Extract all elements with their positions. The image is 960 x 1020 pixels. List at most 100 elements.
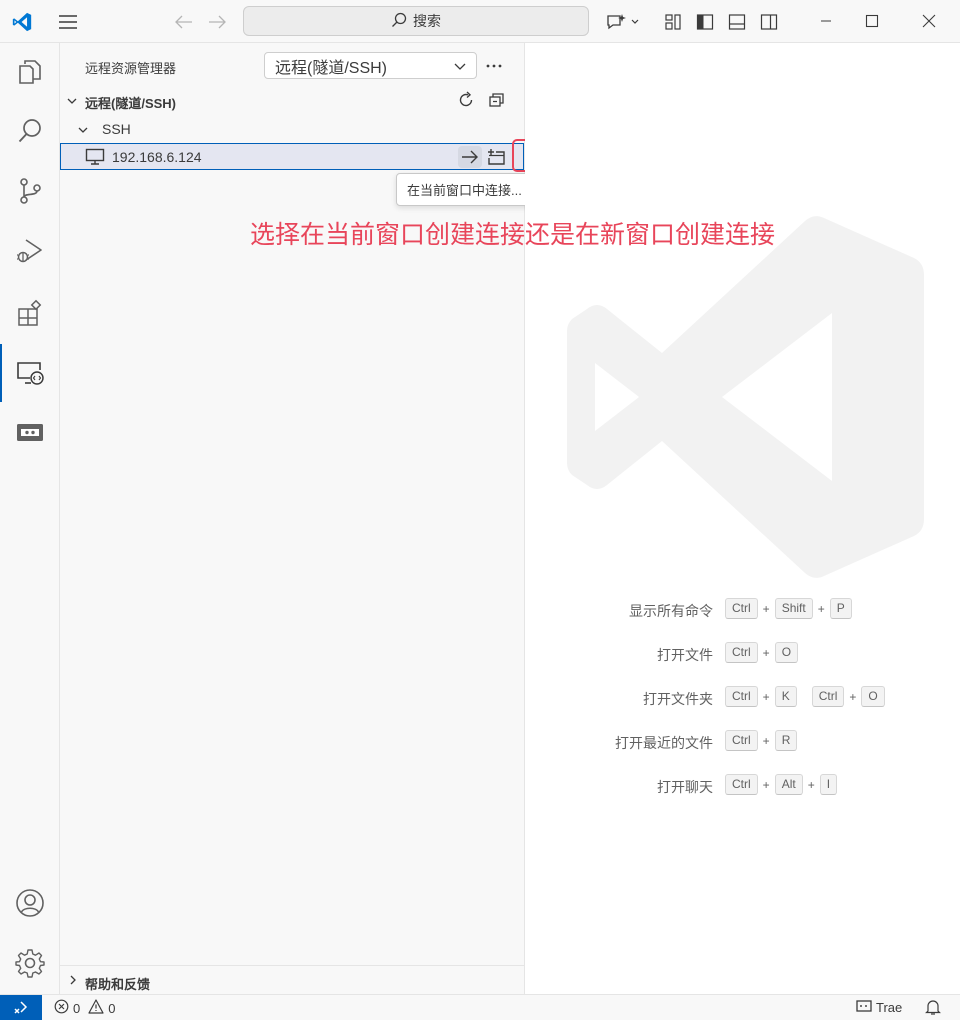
keycap: Ctrl	[725, 774, 758, 795]
explorer-icon[interactable]	[0, 43, 60, 101]
shortcut-keys: Ctrl + R	[725, 730, 798, 751]
shortcut-keys: Ctrl + K Ctrl + O	[725, 686, 885, 707]
forward-arrow-icon[interactable]	[203, 8, 231, 36]
key-plus: +	[762, 733, 770, 748]
ssh-host-row[interactable]: 192.168.6.124	[60, 143, 524, 170]
minimize-button[interactable]	[804, 6, 848, 36]
trae-status-item[interactable]: Trae	[856, 999, 902, 1016]
trae-icon	[856, 999, 872, 1016]
shortcut-row: 打开最近的文件 Ctrl + R	[525, 730, 960, 752]
source-control-icon[interactable]	[0, 162, 60, 220]
search-label: 搜索	[413, 13, 441, 29]
command-center-search[interactable]: 搜索	[243, 6, 589, 36]
more-actions-icon[interactable]	[484, 56, 504, 79]
toggle-panel-icon[interactable]	[723, 8, 751, 36]
remote-tunnel-icon[interactable]	[0, 404, 60, 462]
chevron-down-icon	[77, 124, 89, 139]
key-plus: +	[849, 689, 857, 704]
trae-label: Trae	[876, 1000, 903, 1015]
search-icon[interactable]	[0, 102, 60, 160]
annotation-text: 选择在当前窗口创建连接还是在新窗口创建连接	[250, 221, 776, 249]
remote-section-title: 远程(隧道/SSH)	[85, 95, 177, 111]
keycap: Ctrl	[725, 686, 758, 707]
search-icon	[391, 12, 407, 31]
remote-type-value: 远程(隧道/SSH)	[275, 59, 388, 77]
connect-in-current-window-icon[interactable]	[458, 146, 482, 168]
connect-tooltip: 在当前窗口中连接...	[396, 173, 533, 206]
shortcut-row: 打开聊天 Ctrl + Alt + I	[525, 774, 960, 796]
extensions-icon[interactable]	[0, 284, 60, 342]
shortcut-keys: Ctrl + Alt + I	[725, 774, 838, 795]
keycap: Alt	[774, 774, 803, 795]
shortcut-keys: Ctrl + O	[725, 642, 799, 663]
chevron-down-icon	[453, 59, 467, 78]
settings-gear-icon[interactable]	[0, 934, 60, 992]
maximize-button[interactable]	[850, 6, 894, 36]
sidebar-title: 远程资源管理器	[85, 61, 177, 76]
keycap: Ctrl	[725, 598, 758, 619]
remote-type-select[interactable]: 远程(隧道/SSH)	[264, 52, 477, 79]
close-window-button[interactable]	[907, 6, 951, 36]
help-feedback-section[interactable]: 帮助和反馈	[60, 965, 525, 994]
back-arrow-icon[interactable]	[170, 8, 198, 36]
monitor-icon	[85, 148, 105, 169]
remote-indicator-button[interactable]	[0, 995, 42, 1020]
help-section-title: 帮助和反馈	[85, 977, 151, 992]
status-bar: 0 0 Trae	[0, 994, 960, 1020]
vscode-logo-icon	[8, 8, 36, 36]
key-plus: +	[762, 645, 770, 660]
error-icon	[54, 999, 69, 1017]
key-plus: +	[817, 601, 825, 616]
menu-icon[interactable]	[54, 8, 82, 36]
warning-icon	[88, 999, 104, 1017]
error-count: 0	[73, 1000, 81, 1016]
title-bar: 搜索	[0, 0, 960, 43]
toggle-primary-sidebar-icon[interactable]	[691, 8, 719, 36]
ssh-tree-group[interactable]: SSH	[60, 118, 525, 142]
customize-layout-icon[interactable]	[659, 8, 687, 36]
shortcut-label: 显示所有命令	[629, 603, 713, 619]
collapse-all-icon[interactable]	[487, 90, 507, 113]
keycap: I	[819, 774, 838, 795]
account-icon[interactable]	[0, 874, 60, 932]
toggle-secondary-sidebar-icon[interactable]	[755, 8, 783, 36]
keycap: O	[861, 686, 885, 707]
remote-explorer-sidebar: 远程资源管理器 远程(隧道/SSH) 远程(隧道/SSH) SSH 192.16…	[60, 43, 583, 994]
key-plus: +	[762, 689, 770, 704]
keycap: Shift	[774, 598, 813, 619]
shortcut-label: 打开文件	[657, 647, 713, 663]
keycap: P	[829, 598, 852, 619]
keycap: Ctrl	[811, 686, 845, 707]
notifications-bell-icon[interactable]	[924, 998, 942, 1019]
copilot-chat-icon[interactable]	[603, 8, 643, 36]
chevron-down-icon	[66, 95, 78, 110]
warning-count: 0	[108, 1000, 116, 1016]
key-plus: +	[762, 777, 770, 792]
chevron-right-icon	[67, 974, 79, 989]
key-plus: +	[762, 601, 770, 616]
keycap: Ctrl	[725, 642, 758, 663]
ssh-group-label: SSH	[102, 121, 131, 137]
refresh-icon[interactable]	[456, 90, 476, 113]
shortcut-label: 打开文件夹	[643, 691, 713, 707]
activity-bar	[0, 43, 60, 994]
remote-section-header[interactable]: 远程(隧道/SSH)	[60, 90, 525, 114]
keycap: K	[774, 686, 797, 707]
shortcut-keys: Ctrl + Shift + P	[725, 598, 852, 619]
editor-area: 显示所有命令 Ctrl + Shift + P 打开文件 Ctrl + O 打开文件夹 Ctrl + K C…	[525, 43, 960, 994]
shortcut-label: 打开聊天	[657, 779, 713, 795]
shortcut-row: 打开文件 Ctrl + O	[525, 642, 960, 664]
keycap: Ctrl	[725, 730, 758, 751]
key-plus: +	[807, 777, 815, 792]
keycap: R	[774, 730, 798, 751]
problems-status[interactable]: 0 0	[54, 999, 115, 1017]
remote-explorer-icon[interactable]	[0, 344, 60, 402]
shortcut-label: 打开最近的文件	[615, 735, 713, 751]
keycap: O	[774, 642, 799, 663]
connect-in-new-window-icon[interactable]	[484, 146, 508, 168]
vscode-watermark-icon	[567, 213, 924, 584]
shortcut-row: 打开文件夹 Ctrl + K Ctrl + O	[525, 686, 960, 708]
run-debug-icon[interactable]	[0, 222, 60, 280]
shortcut-row: 显示所有命令 Ctrl + Shift + P	[525, 598, 960, 620]
ssh-host-label: 192.168.6.124	[112, 149, 202, 165]
